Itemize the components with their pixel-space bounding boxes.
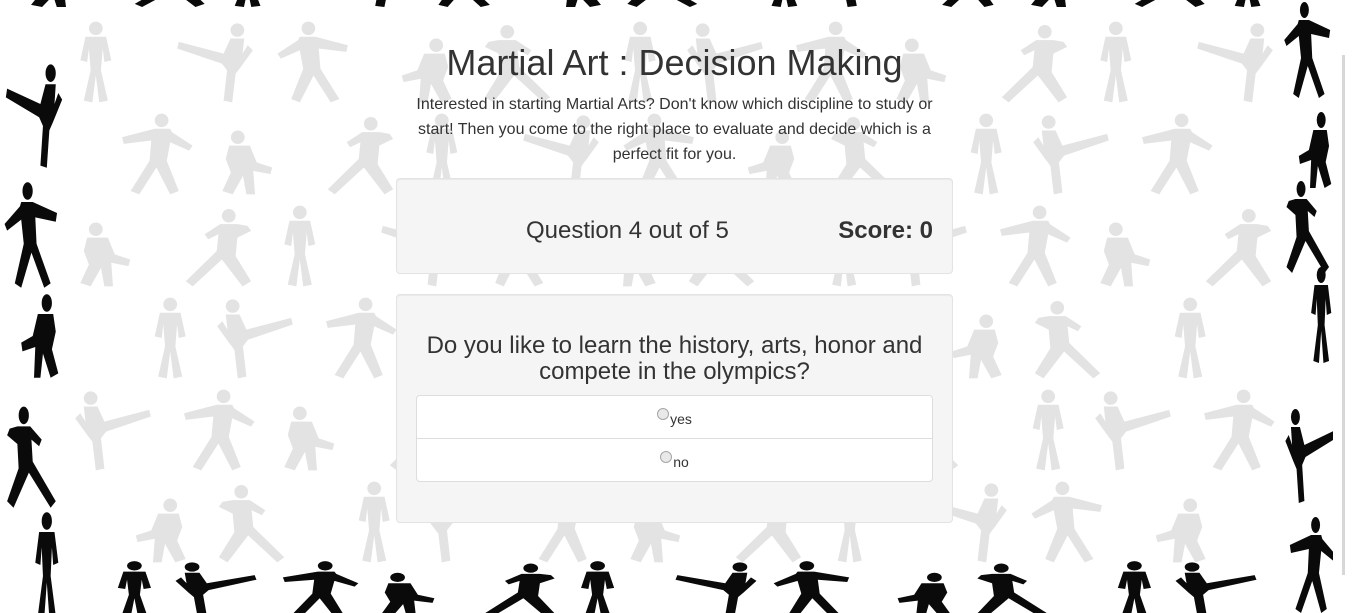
martial-artist-silhouette	[1282, 405, 1338, 505]
martial-artist-silhouette	[1028, 480, 1114, 564]
martial-artist-silhouette	[110, 480, 196, 564]
question-text: Do you like to learn the history, arts, …	[426, 332, 923, 385]
martial-artist-silhouette	[988, 20, 1074, 104]
martial-artist-silhouette	[1282, 175, 1338, 275]
answer-label: no	[673, 454, 689, 470]
martial-artist-silhouette	[20, 0, 112, 8]
martial-artist-silhouette	[172, 20, 258, 104]
martial-artist-silhouette	[220, 0, 312, 8]
answer-list: yes no	[416, 395, 933, 482]
martial-artist-silhouette	[2, 510, 66, 613]
scrollbar-track[interactable]	[1333, 0, 1353, 613]
answer-option-yes[interactable]: yes	[417, 396, 932, 438]
martial-artist-silhouette	[2, 60, 66, 170]
martial-artist-silhouette	[970, 560, 1062, 613]
martial-artist-silhouette	[2, 400, 66, 510]
martial-artist-silhouette	[1028, 112, 1114, 196]
martial-artist-silhouette	[1220, 0, 1312, 8]
martial-artist-silhouette	[1130, 112, 1216, 196]
martial-artist-silhouette	[1020, 0, 1112, 8]
martial-artist-silhouette	[770, 560, 862, 613]
martial-artist-silhouette	[470, 560, 562, 613]
score-display: Score: 0	[838, 217, 933, 244]
radio-button-yes[interactable]	[657, 408, 670, 420]
martial-artist-silhouette	[110, 296, 196, 380]
radio-button-no[interactable]	[660, 451, 673, 463]
martial-artist-silhouette	[1120, 0, 1212, 8]
martial-artist-silhouette	[320, 0, 412, 8]
martial-artist-silhouette	[70, 388, 156, 472]
martial-artist-silhouette	[1130, 296, 1216, 380]
question-counter: Question 4 out of 5	[526, 217, 729, 244]
martial-artist-silhouette	[1282, 265, 1338, 365]
martial-artist-silhouette	[988, 388, 1074, 472]
page-title: Martial Art : Decision Making	[446, 42, 903, 83]
martial-artist-silhouette	[720, 0, 812, 8]
martial-artist-silhouette	[170, 560, 262, 613]
martial-artist-silhouette	[370, 560, 462, 613]
answer-option-no[interactable]: no	[417, 438, 932, 481]
martial-artist-silhouette	[172, 388, 258, 472]
martial-artist-silhouette	[988, 204, 1074, 288]
martial-artist-silhouette	[1192, 388, 1278, 472]
martial-artist-silhouette	[120, 0, 212, 8]
martial-artist-silhouette	[1170, 560, 1262, 613]
martial-artist-silhouette	[212, 112, 298, 196]
martial-artist-silhouette	[670, 560, 762, 613]
martial-artist-silhouette	[314, 112, 400, 196]
martial-artist-silhouette	[1090, 204, 1176, 288]
martial-artist-silhouette	[274, 204, 360, 288]
martial-artist-silhouette	[1282, 515, 1338, 613]
martial-artist-silhouette	[1130, 480, 1216, 564]
martial-artist-silhouette	[110, 112, 196, 196]
martial-artist-silhouette	[274, 20, 360, 104]
martial-artist-silhouette	[270, 560, 362, 613]
martial-artist-silhouette	[314, 480, 400, 564]
intro-text: Interested in starting Martial Arts? Don…	[416, 96, 933, 163]
martial-artist-silhouette	[2, 270, 66, 380]
martial-artist-silhouette	[1282, 0, 1338, 100]
martial-artist-silhouette	[920, 0, 1012, 8]
quiz-container: Martial Art : Decision Making Interested…	[396, 38, 953, 523]
martial-artist-silhouette	[172, 204, 258, 288]
martial-artist-silhouette	[520, 0, 612, 8]
martial-artist-silhouette	[212, 296, 298, 380]
scrollbar-thumb[interactable]	[1342, 55, 1345, 575]
martial-artist-silhouette	[274, 388, 360, 472]
martial-artist-silhouette	[620, 0, 712, 8]
martial-artist-silhouette	[1192, 204, 1278, 288]
martial-artist-silhouette	[1090, 388, 1176, 472]
answer-label: yes	[670, 411, 692, 427]
page: Martial Art : Decision Making Interested…	[0, 0, 1353, 613]
martial-artist-silhouette	[70, 20, 156, 104]
question-panel: Do you like to learn the history, arts, …	[396, 294, 953, 523]
status-panel: Question 4 out of 5 Score: 0	[396, 178, 953, 274]
martial-artist-silhouette	[1192, 20, 1278, 104]
martial-artist-silhouette	[570, 560, 662, 613]
martial-artist-silhouette	[870, 560, 962, 613]
martial-artist-silhouette	[1070, 560, 1162, 613]
martial-artist-silhouette	[820, 0, 912, 8]
martial-artist-silhouette	[1028, 296, 1114, 380]
martial-artist-silhouette	[420, 0, 512, 8]
martial-artist-silhouette	[70, 560, 162, 613]
martial-artist-silhouette	[70, 204, 156, 288]
martial-artist-silhouette	[212, 480, 298, 564]
martial-artist-silhouette	[1090, 20, 1176, 104]
martial-artist-silhouette	[314, 296, 400, 380]
